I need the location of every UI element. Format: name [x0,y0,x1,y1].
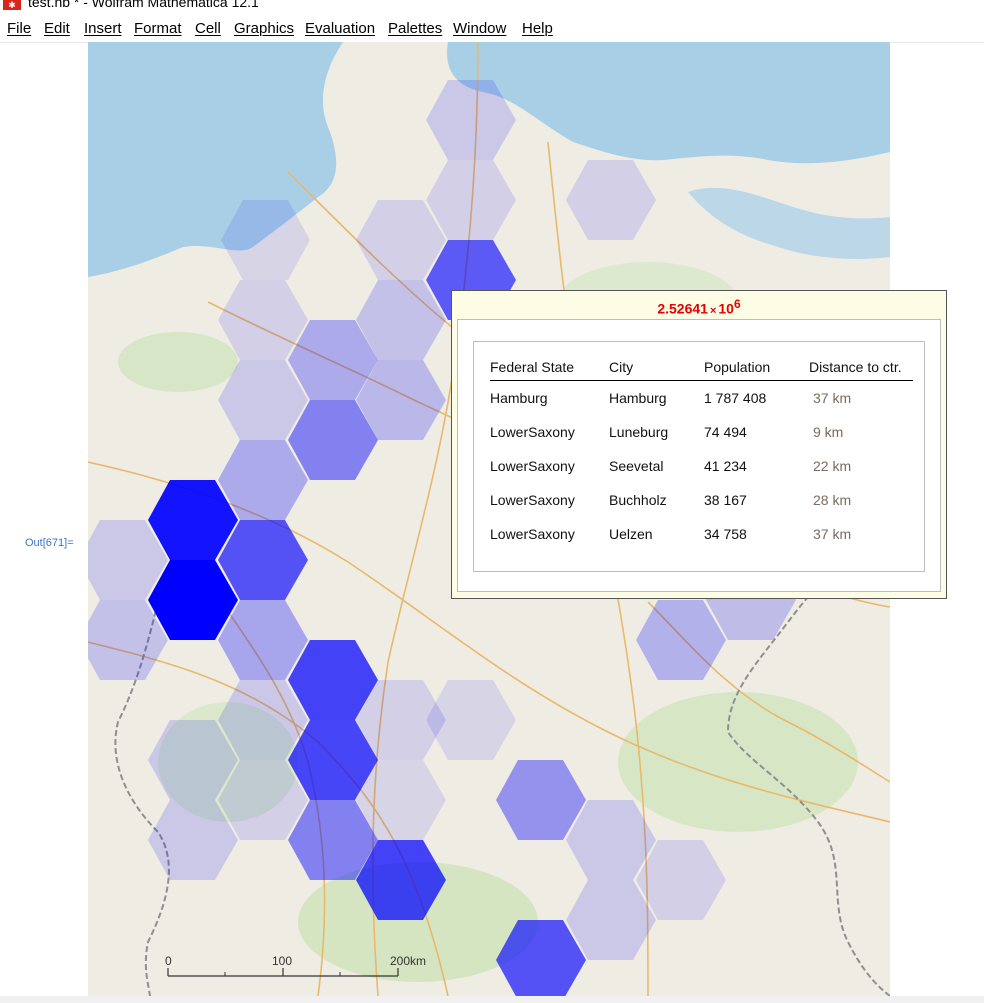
tooltip-panel: Federal State City Population Distance t… [457,319,941,592]
cell-state: LowerSaxony [490,458,575,474]
table-row: LowerSaxony Buchholz 38 167 28 km [490,483,913,517]
value-exponent: 6 [733,297,741,311]
value-base: 10 [718,300,734,317]
cell-distance: 22 km [813,458,852,474]
menu-cell[interactable]: Cell [195,20,221,37]
menu-file[interactable]: File [7,20,31,37]
cell-population: 1 787 408 [704,390,767,406]
cell-distance: 37 km [813,526,852,542]
table-row: Hamburg Hamburg 1 787 408 37 km [490,381,913,416]
tooltip-value: 2.52641 × 106 [452,297,946,317]
mathematica-icon: ✱ [3,0,21,10]
cell-state: LowerSaxony [490,526,575,542]
cell-city: Buchholz [609,492,667,508]
cell-city: Luneburg [609,424,669,440]
cell-city: Hamburg [609,390,667,406]
cell-population: 74 494 [704,424,747,440]
header-city: City [609,358,704,381]
header-distance: Distance to ctr. [809,358,913,381]
table-row: LowerSaxony Luneburg 74 494 9 km [490,415,913,449]
cell-distance: 9 km [813,424,844,440]
output-cell-label: Out[671]= [25,537,74,549]
forest-area [118,332,238,392]
cell-state: LowerSaxony [490,424,575,440]
menu-graphics[interactable]: Graphics [234,20,294,37]
value-times-sign: × [709,304,717,317]
population-table: Federal State City Population Distance t… [490,358,913,551]
window-title: test.nb * - Wolfram Mathematica 12.1 [28,0,259,10]
cell-state: LowerSaxony [490,492,575,508]
header-federal-state: Federal State [490,358,609,381]
table-header-row: Federal State City Population Distance t… [490,358,913,381]
menu-edit[interactable]: Edit [44,20,70,37]
cell-population: 34 758 [704,526,747,542]
cell-population: 38 167 [704,492,747,508]
cell-city: Seevetal [609,458,664,474]
menu-window[interactable]: Window [453,20,506,37]
cell-state: Hamburg [490,390,548,406]
menu-format[interactable]: Format [134,20,182,37]
table-row: LowerSaxony Uelzen 34 758 37 km [490,517,913,551]
cell-distance: 37 km [813,390,852,406]
scale-label-0: 0 [165,954,172,968]
cell-distance: 28 km [813,492,852,508]
menu-evaluation[interactable]: Evaluation [305,20,375,37]
title-bar: ✱ test.nb * - Wolfram Mathematica 12.1 [0,0,984,12]
tooltip-frame: Federal State City Population Distance t… [473,341,925,572]
header-population: Population [704,358,809,381]
menu-bar: File Edit Insert Format Cell Graphics Ev… [0,14,984,43]
menu-palettes[interactable]: Palettes [388,20,442,37]
table-row: LowerSaxony Seevetal 41 234 22 km [490,449,913,483]
menu-insert[interactable]: Insert [84,20,122,37]
scale-label-200km: 200km [390,954,426,968]
value-mantissa: 2.52641 [657,300,708,317]
cell-population: 41 234 [704,458,747,474]
menu-help[interactable]: Help [522,20,553,37]
status-bar [0,996,984,1003]
scale-label-100: 100 [272,954,292,968]
forest-area [618,692,858,832]
cell-city: Uelzen [609,526,653,542]
hex-tooltip: 2.52641 × 106 Federal State City Populatio… [451,290,947,599]
